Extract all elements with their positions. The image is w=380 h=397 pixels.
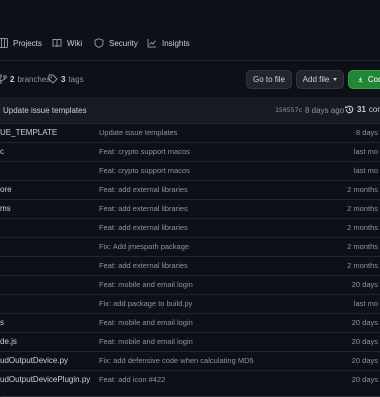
file-row[interactable]: Fix: add package to build.py last mo — [0, 294, 380, 313]
commits-count: 31 — [357, 105, 366, 114]
branch-icon — [0, 74, 7, 84]
code-label: Code — [367, 75, 380, 84]
file-commit-age: last mo — [353, 166, 378, 175]
file-commit-message[interactable]: Feat: crypto support macos — [99, 166, 190, 175]
shield-icon — [94, 38, 104, 48]
tab-security-label: Security — [109, 38, 138, 48]
table-icon — [0, 38, 8, 48]
repo-nav-tabs: Projects Wiki Security Insights — [0, 0, 380, 61]
file-commit-message[interactable]: Feat: mobile and email login — [99, 337, 193, 346]
commits-link[interactable]: 31 com — [345, 105, 380, 114]
file-row[interactable]: de.js Feat: mobile and email login 20 days — [0, 332, 380, 351]
file-row[interactable]: c Feat: crypto support macos last mo — [0, 142, 380, 161]
file-commit-message[interactable]: Feat: add external libraries — [99, 185, 188, 194]
graph-icon — [147, 39, 156, 48]
file-row[interactable]: ore Feat: add external libraries 2 months — [0, 180, 380, 199]
file-commit-message[interactable]: Feat: crypto support macos — [99, 147, 190, 156]
file-commit-age: last mo — [353, 299, 378, 308]
book-icon — [52, 39, 62, 48]
tab-wiki[interactable]: Wiki — [52, 36, 82, 50]
file-commit-age: 20 days — [351, 356, 378, 365]
file-name[interactable]: s — [0, 318, 4, 327]
file-row[interactable]: Feat: mobile and email login 20 days — [0, 275, 380, 294]
file-commit-message[interactable]: Feat: add external libraries — [99, 204, 188, 213]
add-file-label: Add file — [302, 75, 330, 84]
file-row[interactable]: Fix: Add jmespath package 2 months — [0, 237, 380, 256]
file-name[interactable]: ore — [0, 185, 12, 194]
add-file-button[interactable]: Add file — [296, 70, 344, 89]
tab-wiki-label: Wiki — [67, 38, 83, 48]
tags-count: 3 — [61, 74, 66, 84]
chevron-down-icon — [333, 78, 338, 81]
go-to-file-button[interactable]: Go to file — [246, 70, 292, 89]
branches-count: 2 — [10, 74, 15, 84]
file-commit-age: 20 days — [351, 280, 378, 289]
file-commit-message[interactable]: Fix: add package to build.py — [99, 299, 192, 308]
file-commit-message[interactable]: Fix: add defensive code when calculating… — [99, 356, 254, 365]
file-commit-age: 20 days — [351, 318, 378, 327]
file-commit-age: 8 days — [355, 128, 378, 137]
file-commit-age: last mo — [353, 147, 378, 156]
file-commit-age: 2 months — [347, 223, 378, 232]
file-name[interactable]: UE_TEMPLATE — [0, 128, 57, 137]
tab-insights-label: Insights — [162, 38, 190, 48]
file-name[interactable]: ms — [0, 204, 11, 213]
file-name[interactable]: de.js — [0, 337, 17, 346]
latest-commit-sha[interactable]: 150557c — [275, 106, 302, 114]
file-commit-message[interactable]: Feat: add external libraries — [99, 261, 188, 270]
file-row[interactable]: udOutputDevice.py Fix: add defensive code… — [0, 351, 380, 370]
tab-projects[interactable]: Projects — [0, 36, 42, 50]
file-row[interactable]: Feat: add external libraries 2 months — [0, 218, 380, 237]
file-commit-message[interactable]: Fix: Add jmespath package — [99, 242, 189, 251]
tab-projects-label: Projects — [13, 38, 42, 48]
tags-label: tags — [68, 74, 84, 84]
commits-label: com — [368, 105, 380, 114]
file-name[interactable]: c — [0, 147, 4, 156]
file-name[interactable]: udOutputDevice.py — [0, 356, 68, 365]
branches-label: branches — [17, 74, 51, 84]
file-commit-message[interactable]: Feat: add external libraries — [99, 223, 188, 232]
go-to-file-label: Go to file — [252, 75, 285, 84]
tags-link[interactable]: 3 tags — [48, 71, 84, 87]
file-commit-age: 20 days — [351, 337, 378, 346]
code-button[interactable]: Code — [348, 70, 380, 89]
tab-insights[interactable]: Insights — [147, 36, 190, 50]
file-row[interactable]: ms Feat: add external libraries 2 months — [0, 199, 380, 218]
tag-icon — [48, 74, 58, 84]
file-commit-message[interactable]: Feat: mobile and email login — [99, 318, 193, 327]
file-commit-age: 2 months — [347, 204, 378, 213]
download-icon — [358, 77, 363, 83]
latest-commit-date: 8 days ago — [305, 106, 345, 115]
file-commit-age: 2 months — [347, 261, 378, 270]
file-row[interactable]: Feat: add external libraries 2 months — [0, 256, 380, 275]
branches-link[interactable]: 2 branches — [0, 71, 50, 87]
latest-commit-bar: Update issue templates 150557c 8 days ag… — [0, 97, 380, 124]
file-commit-age: 2 months — [347, 185, 378, 194]
file-commit-message[interactable]: Feat: mobile and email login — [99, 280, 193, 289]
tab-security[interactable]: Security — [94, 36, 138, 50]
file-commit-age: 2 months — [347, 242, 378, 251]
file-row[interactable]: UE_TEMPLATE Update issue templates 8 days — [0, 123, 380, 142]
file-commit-message[interactable]: Update issue templates — [99, 128, 177, 137]
file-row[interactable]: s Feat: mobile and email login 20 days — [0, 313, 380, 332]
history-icon — [345, 105, 354, 114]
file-row[interactable]: Feat: crypto support macos last mo — [0, 161, 380, 180]
latest-commit-message[interactable]: Update issue templates — [3, 106, 87, 115]
